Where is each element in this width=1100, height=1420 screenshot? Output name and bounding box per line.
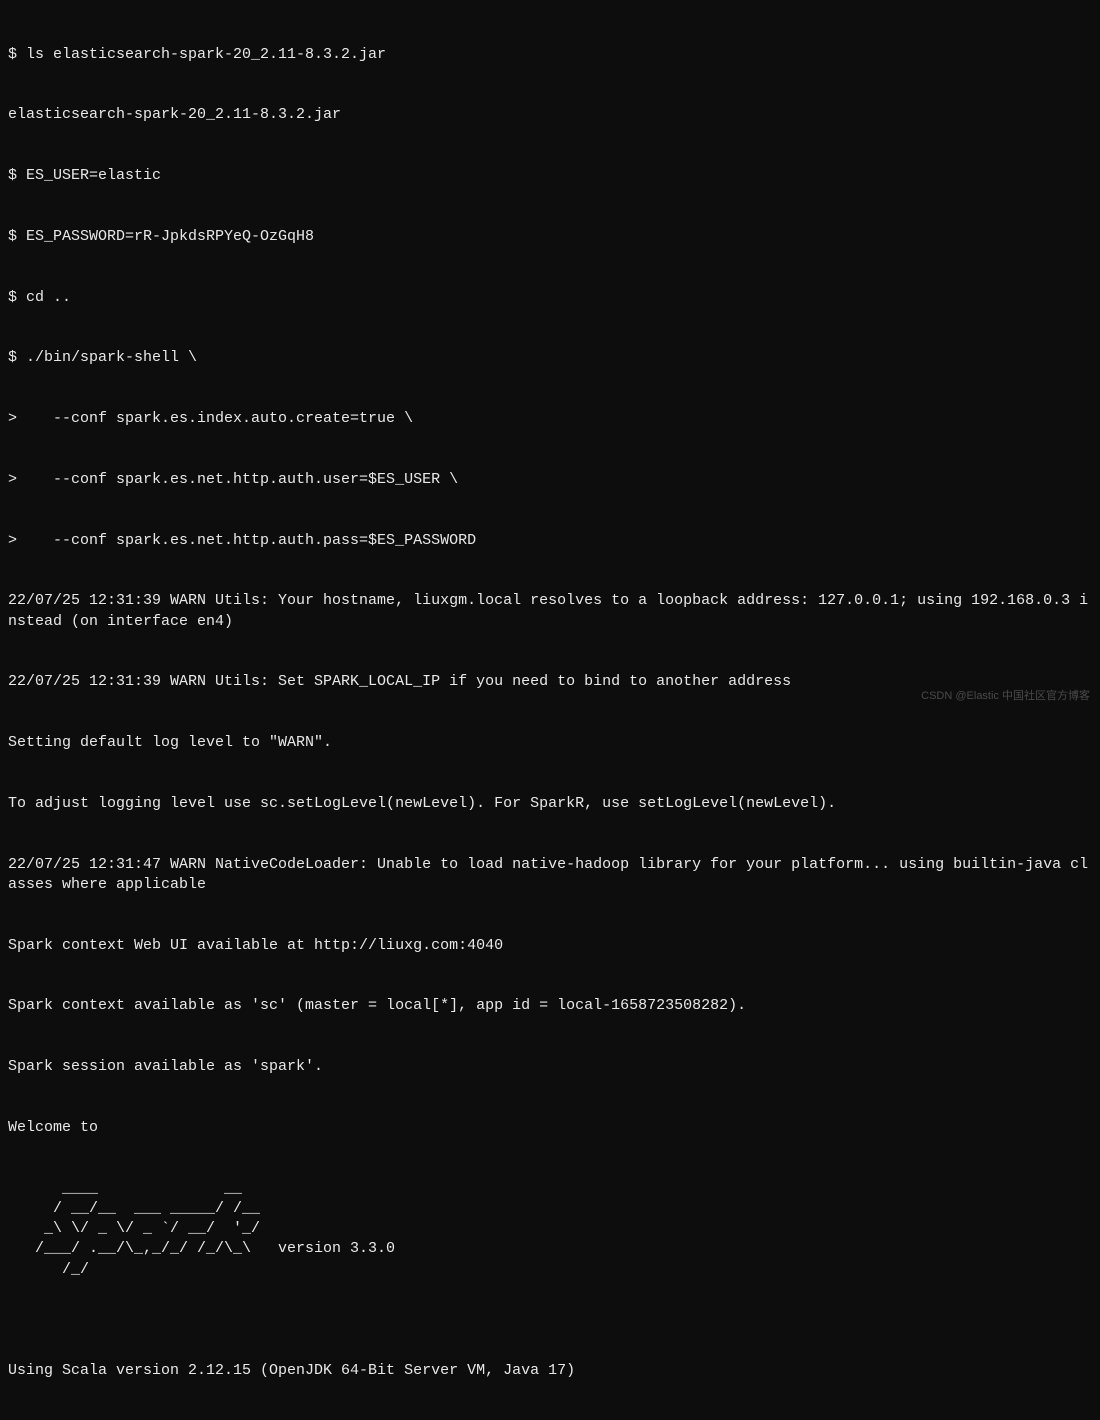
spark-ascii-logo: ____ __ / __/__ ___ _____/ /__ _\ \/ _ \… [8,1179,1092,1280]
terminal-line: To adjust logging level use sc.setLogLev… [8,794,1092,814]
terminal-line: elasticsearch-spark-20_2.11-8.3.2.jar [8,105,1092,125]
terminal-line: Setting default log level to "WARN". [8,733,1092,753]
terminal-line: Welcome to [8,1118,1092,1138]
terminal-line: Spark context Web UI available at http:/… [8,936,1092,956]
terminal-line: Using Scala version 2.12.15 (OpenJDK 64-… [8,1361,1092,1381]
terminal-line: > --conf spark.es.net.http.auth.pass=$ES… [8,531,1092,551]
terminal-line: > --conf spark.es.index.auto.create=true… [8,409,1092,429]
terminal-line: $ cd .. [8,288,1092,308]
terminal-line: Spark session available as 'spark'. [8,1057,1092,1077]
terminal-line: Spark context available as 'sc' (master … [8,996,1092,1016]
terminal-line: 22/07/25 12:31:47 WARN NativeCodeLoader:… [8,855,1092,896]
terminal-output[interactable]: $ ls elasticsearch-spark-20_2.11-8.3.2.j… [8,4,1092,1420]
terminal-line: > --conf spark.es.net.http.auth.user=$ES… [8,470,1092,490]
terminal-line: $ ES_PASSWORD=rR-JpkdsRPYeQ-OzGqH8 [8,227,1092,247]
terminal-line: $ ES_USER=elastic [8,166,1092,186]
terminal-line: $ ls elasticsearch-spark-20_2.11-8.3.2.j… [8,45,1092,65]
terminal-line: $ ./bin/spark-shell \ [8,348,1092,368]
watermark-text: CSDN @Elastic 中国社区官方博客 [921,689,1090,704]
terminal-line: 22/07/25 12:31:39 WARN Utils: Your hostn… [8,591,1092,632]
